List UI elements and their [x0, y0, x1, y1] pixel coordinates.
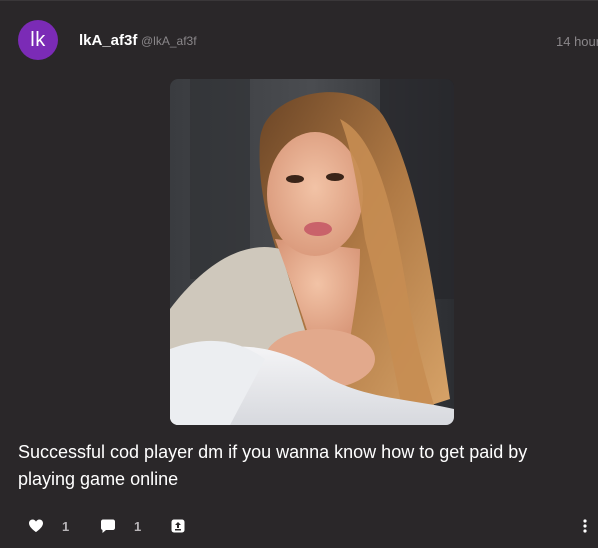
- post-actions: 1 1: [0, 514, 598, 538]
- avatar[interactable]: lk: [18, 20, 58, 60]
- display-name[interactable]: lkA_af3f: [79, 32, 137, 49]
- heart-icon: [29, 519, 43, 532]
- post-caption: Successful cod player dm if you wanna kn…: [18, 442, 528, 489]
- comment-count: 1: [134, 518, 142, 534]
- avatar-initials: lk: [30, 28, 46, 51]
- photo-illustration: [170, 79, 454, 425]
- more-vertical-icon: [583, 519, 587, 533]
- comment-icon: [101, 519, 115, 533]
- share-icon: [171, 519, 185, 533]
- post-card: lk lkA_af3f @lkA_af3f 14 hour Successful…: [0, 0, 598, 548]
- post-timestamp: 14 hour: [556, 34, 598, 49]
- post-image[interactable]: [170, 79, 454, 425]
- user-handle[interactable]: @lkA_af3f: [141, 34, 197, 48]
- share-button[interactable]: [170, 514, 186, 538]
- more-options-button[interactable]: [582, 514, 588, 538]
- like-button[interactable]: 1: [28, 514, 69, 538]
- like-count: 1: [62, 518, 70, 534]
- comment-button[interactable]: 1: [100, 514, 141, 538]
